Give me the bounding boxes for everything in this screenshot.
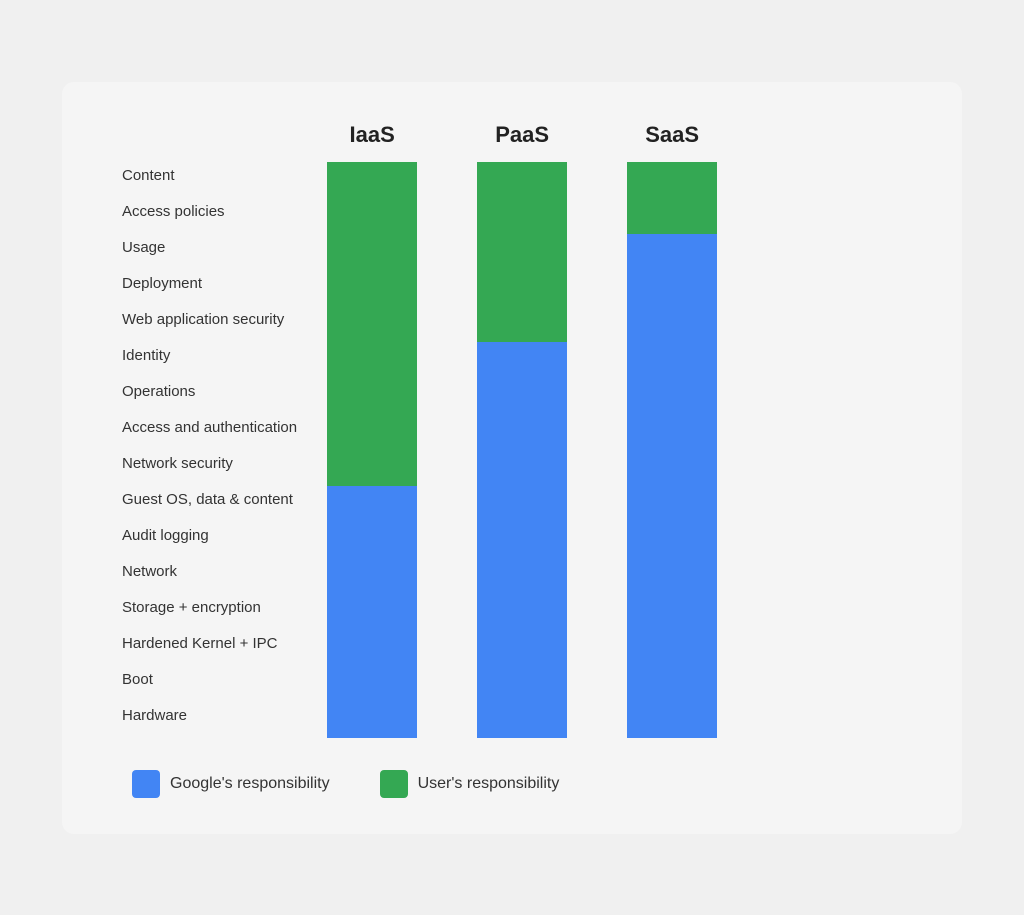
label-access-policies: Access policies: [122, 194, 297, 230]
label-usage: Usage: [122, 230, 297, 266]
chart-card: Content Access policies Usage Deployment…: [62, 82, 962, 834]
label-boot: Boot: [122, 662, 297, 698]
label-hardware: Hardware: [122, 698, 297, 734]
bars-area: IaaS PaaS SaaS: [327, 122, 902, 738]
legend: Google's responsibility User's responsib…: [122, 770, 902, 798]
label-identity: Identity: [122, 338, 297, 374]
user-legend-box: [380, 770, 408, 798]
label-web-app-security: Web application security: [122, 302, 297, 338]
google-legend-item: Google's responsibility: [132, 770, 330, 798]
label-content: Content: [122, 158, 297, 194]
saas-title: SaaS: [645, 122, 699, 148]
label-deployment: Deployment: [122, 266, 297, 302]
user-legend-label: User's responsibility: [418, 775, 560, 793]
saas-bar: [627, 162, 717, 738]
saas-green-segment: [627, 162, 717, 234]
chart-area: Content Access policies Usage Deployment…: [122, 122, 902, 738]
iaas-title: IaaS: [349, 122, 394, 148]
paas-title: PaaS: [495, 122, 549, 148]
paas-blue-segment: [477, 342, 567, 738]
label-guest-os: Guest OS, data & content: [122, 482, 297, 518]
saas-blue-segment: [627, 234, 717, 738]
labels-column: Content Access policies Usage Deployment…: [122, 122, 297, 734]
iaas-bar-group: IaaS: [327, 122, 417, 738]
saas-bar-group: SaaS: [627, 122, 717, 738]
label-access-auth: Access and authentication: [122, 410, 297, 446]
iaas-bar: [327, 162, 417, 738]
label-operations: Operations: [122, 374, 297, 410]
user-legend-item: User's responsibility: [380, 770, 560, 798]
label-network-security: Network security: [122, 446, 297, 482]
iaas-green-segment: [327, 162, 417, 486]
paas-bar: [477, 162, 567, 738]
label-storage-encryption: Storage + encryption: [122, 590, 297, 626]
google-legend-box: [132, 770, 160, 798]
label-audit-logging: Audit logging: [122, 518, 297, 554]
label-network: Network: [122, 554, 297, 590]
label-hardened-kernel: Hardened Kernel + IPC: [122, 626, 297, 662]
paas-green-segment: [477, 162, 567, 342]
paas-bar-group: PaaS: [477, 122, 567, 738]
iaas-blue-segment: [327, 486, 417, 738]
google-legend-label: Google's responsibility: [170, 775, 330, 793]
